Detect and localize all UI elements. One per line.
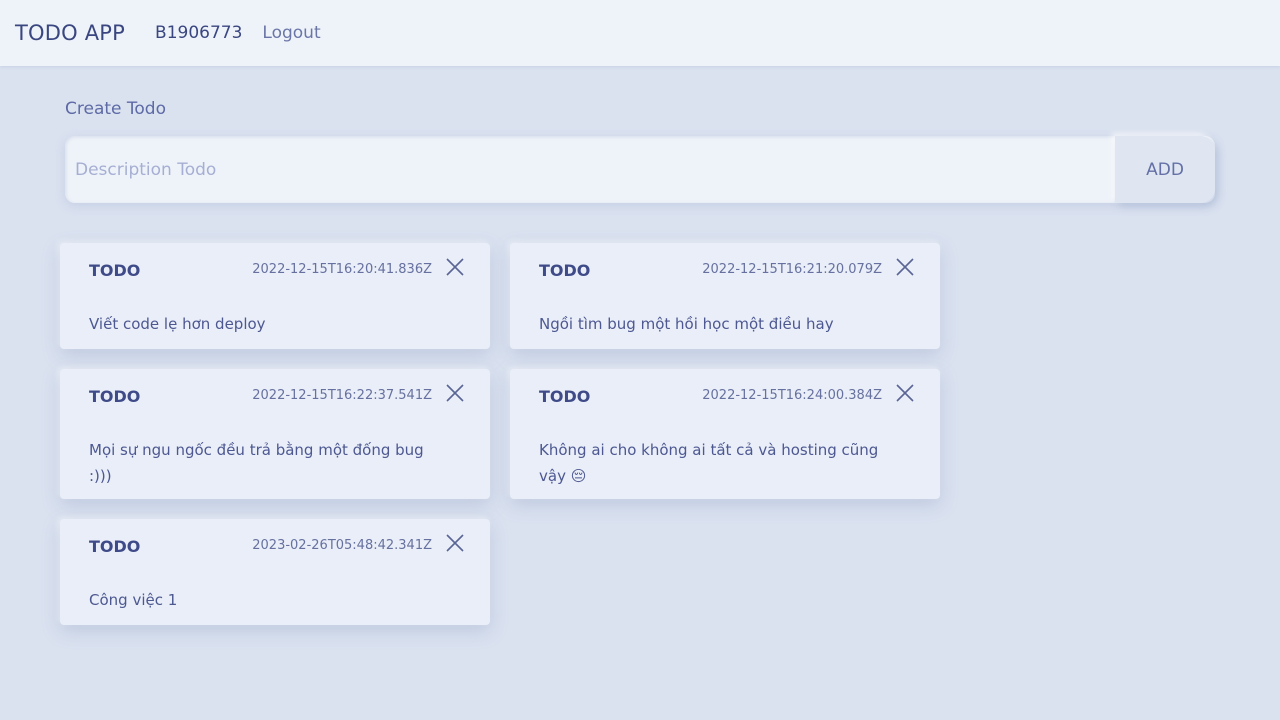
navbar: TODO APP B1906773 Logout [0, 0, 1280, 66]
todo-description: Công việc 1 [89, 591, 178, 609]
todo-date: 2022-12-15T16:20:41.836Z [252, 262, 432, 277]
todo-date: 2022-12-15T16:22:37.541Z [252, 388, 432, 403]
todo-card: TODO 2022-12-15T16:24:00.384Z Không ai c… [510, 369, 940, 499]
add-button[interactable]: ADD [1115, 136, 1215, 203]
close-icon[interactable] [444, 256, 466, 278]
todo-description: Ngồi tìm bug một hồi học một điều hay [539, 315, 834, 333]
close-icon[interactable] [444, 532, 466, 554]
todo-title: TODO [539, 261, 591, 280]
close-icon[interactable] [894, 382, 916, 404]
todo-title: TODO [89, 387, 141, 406]
todo-card: TODO 2023-02-26T05:48:42.341Z Công việc … [60, 519, 490, 625]
logout-link[interactable]: Logout [262, 23, 320, 43]
username-label: B1906773 [155, 23, 243, 43]
todo-description-input[interactable] [65, 136, 1115, 203]
close-icon[interactable] [444, 382, 466, 404]
todo-card: TODO 2022-12-15T16:22:37.541Z Mọi sự ngu… [60, 369, 490, 499]
todo-description: Mọi sự ngu ngốc đều trả bằng một đống bu… [89, 441, 424, 485]
todo-title: TODO [89, 537, 141, 556]
todo-date: 2022-12-15T16:21:20.079Z [702, 262, 882, 277]
todo-description: Không ai cho không ai tất cả và hosting … [539, 441, 879, 485]
todo-title: TODO [89, 261, 141, 280]
create-todo-label: Create Todo [65, 99, 166, 119]
todo-card: TODO 2022-12-15T16:21:20.079Z Ngồi tìm b… [510, 243, 940, 349]
todo-description: Viết code lẹ hơn deploy [89, 315, 266, 333]
todo-title: TODO [539, 387, 591, 406]
close-icon[interactable] [894, 256, 916, 278]
todo-card: TODO 2022-12-15T16:20:41.836Z Viết code … [60, 243, 490, 349]
todo-date: 2023-02-26T05:48:42.341Z [252, 538, 432, 553]
create-todo-form: ADD [65, 136, 1215, 203]
brand-link[interactable]: TODO APP [15, 21, 125, 45]
todo-date: 2022-12-15T16:24:00.384Z [702, 388, 882, 403]
